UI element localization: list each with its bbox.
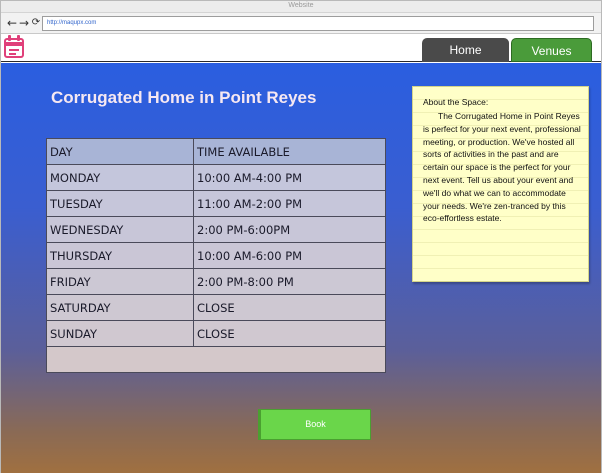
day-cell: MONDAY [46,164,194,191]
day-cell: WEDNESDAY [46,216,194,243]
browser-window: Website ← → ⟳ http://maqupx.com Home Ven… [0,0,602,473]
day-cell: THURSDAY [46,242,194,269]
forward-arrow-icon[interactable]: → [18,16,30,30]
day-cell: TUESDAY [46,190,194,217]
time-cell: CLOSE [193,294,386,321]
time-cell: 2:00 PM-8:00 PM [193,268,386,295]
browser-navbar: ← → ⟳ http://maqupx.com [1,13,601,34]
book-button[interactable]: Book [258,409,371,440]
table-row: MONDAY 10:00 AM-4:00 PM [46,164,386,191]
table-row: THURSDAY 10:00 AM-6:00 PM [46,242,386,269]
table-header-row: DAY TIME AVAILABLE [46,138,386,165]
table-row: WEDNESDAY 2:00 PM-6:00PM [46,216,386,243]
page-title: Corrugated Home in Point Reyes [51,88,317,107]
table-row: TUESDAY 11:00 AM-2:00 PM [46,190,386,217]
time-cell: 2:00 PM-6:00PM [193,216,386,243]
time-cell: 10:00 AM-4:00 PM [193,164,386,191]
table-footer-row [46,346,386,373]
about-sticky-note: About the Space: The Corrugated Home in … [412,86,589,282]
day-cell: SUNDAY [46,320,194,347]
day-cell: FRIDAY [46,268,194,295]
day-cell: SATURDAY [46,294,194,321]
note-body: The Corrugated Home in Point Reyes is pe… [423,111,581,224]
time-cell: CLOSE [193,320,386,347]
calendar-icon[interactable] [4,35,24,58]
table-row: FRIDAY 2:00 PM-8:00 PM [46,268,386,295]
browser-titlebar: Website [1,1,601,13]
tab-home[interactable]: Home [422,38,509,62]
url-bar[interactable]: http://maqupx.com [42,16,594,31]
browser-title: Website [288,2,314,9]
column-header-time: TIME AVAILABLE [193,138,386,165]
table-row: SUNDAY CLOSE [46,320,386,347]
back-arrow-icon[interactable]: ← [6,16,18,30]
table-footer-cell [46,346,386,373]
main-content: Corrugated Home in Point Reyes DAY TIME … [1,63,601,473]
time-cell: 11:00 AM-2:00 PM [193,190,386,217]
table-row: SATURDAY CLOSE [46,294,386,321]
schedule-table: DAY TIME AVAILABLE MONDAY 10:00 AM-4:00 … [46,138,386,373]
reload-icon[interactable]: ⟳ [30,16,42,30]
tab-venues[interactable]: Venues [511,38,592,62]
column-header-day: DAY [46,138,194,165]
note-heading: About the Space: [423,97,489,107]
time-cell: 10:00 AM-6:00 PM [193,242,386,269]
